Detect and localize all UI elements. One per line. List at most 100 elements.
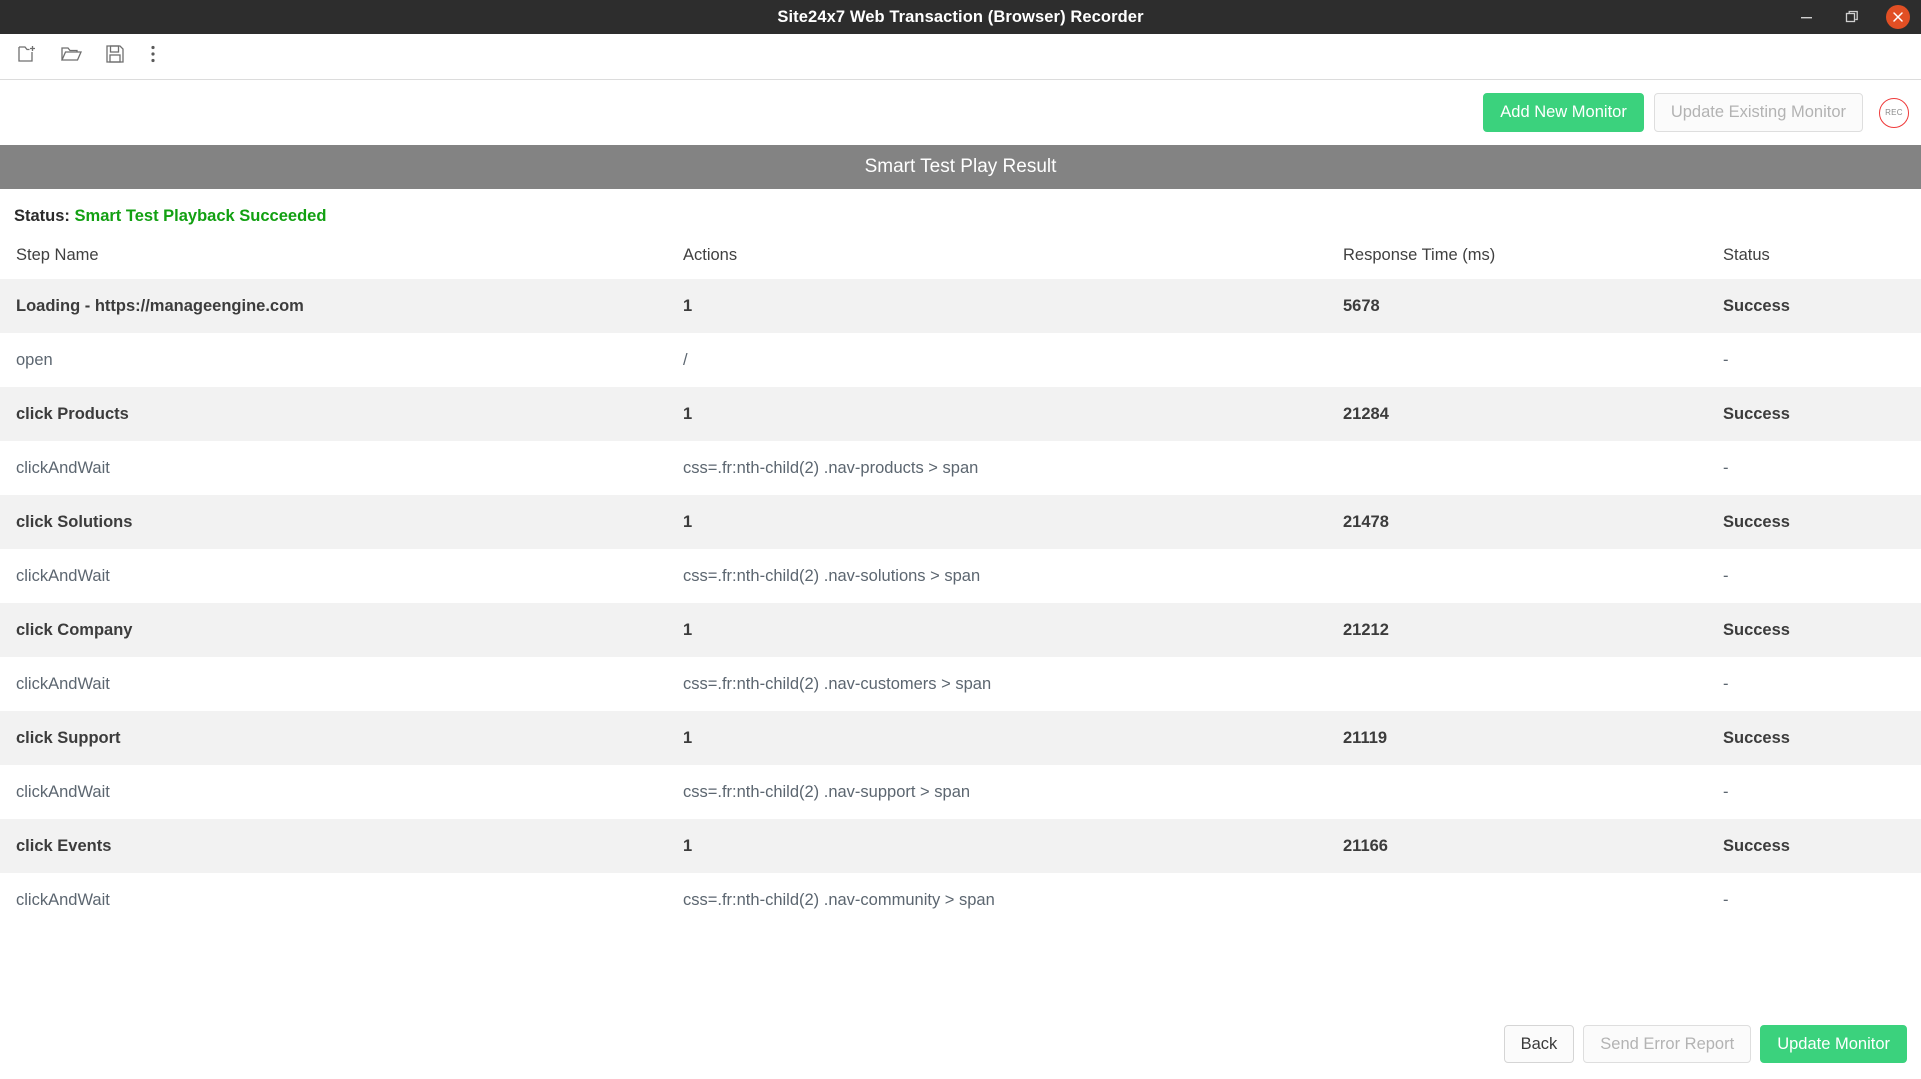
table-header: Step Name Actions Response Time (ms) Sta… [0, 240, 1921, 279]
column-header-step-name: Step Name [0, 240, 683, 279]
record-label: REC [1885, 108, 1903, 117]
table-row: open/ - [0, 333, 1921, 387]
cell-response-time: 21284 [1343, 387, 1723, 441]
cell-step-name: open [0, 333, 683, 387]
footer-bar: Back Send Error Report Update Monitor [0, 1009, 1921, 1079]
cell-actions: 1 [683, 279, 1343, 333]
kebab-menu-icon [150, 44, 156, 69]
cell-response-time: 21166 [1343, 819, 1723, 873]
open-folder-button[interactable] [54, 40, 88, 74]
status-value: Smart Test Playback Succeeded [75, 207, 327, 225]
update-existing-monitor-button[interactable]: Update Existing Monitor [1654, 93, 1863, 131]
save-button[interactable] [98, 40, 132, 74]
window-controls [1783, 0, 1921, 34]
cell-status: - [1723, 333, 1921, 387]
cell-response-time [1343, 765, 1723, 819]
minimize-icon [1800, 11, 1813, 24]
cell-actions: 1 [683, 711, 1343, 765]
cell-actions: css=.fr:nth-child(2) .nav-support > span [683, 765, 1343, 819]
cell-response-time: 21212 [1343, 603, 1723, 657]
cell-actions: css=.fr:nth-child(2) .nav-products > spa… [683, 441, 1343, 495]
table-header-row: Step Name Actions Response Time (ms) Sta… [0, 240, 1921, 279]
cell-step-name: clickAndWait [0, 873, 683, 927]
cell-actions: / [683, 333, 1343, 387]
cell-step-name: click Solutions [0, 495, 683, 549]
cell-status: - [1723, 441, 1921, 495]
cell-status: Success [1723, 495, 1921, 549]
more-options-button[interactable] [142, 40, 164, 74]
table-row: click Events121166Success [0, 819, 1921, 873]
window-titlebar: Site24x7 Web Transaction (Browser) Recor… [0, 0, 1921, 34]
cell-response-time: 21119 [1343, 711, 1723, 765]
table-row: click Support121119Success [0, 711, 1921, 765]
table-row: click Products121284Success [0, 387, 1921, 441]
record-button[interactable]: REC [1879, 98, 1909, 128]
cell-step-name: Loading - https://manageengine.com [0, 279, 683, 333]
cell-actions: 1 [683, 387, 1343, 441]
add-new-monitor-button[interactable]: Add New Monitor [1483, 93, 1644, 131]
app-toolbar [0, 34, 1921, 80]
cell-status: - [1723, 873, 1921, 927]
cell-response-time: 21478 [1343, 495, 1723, 549]
table-row: clickAndWaitcss=.fr:nth-child(2) .nav-pr… [0, 441, 1921, 495]
cell-status: - [1723, 657, 1921, 711]
cell-step-name: click Events [0, 819, 683, 873]
cell-step-name: click Company [0, 603, 683, 657]
cell-step-name: clickAndWait [0, 657, 683, 711]
table-body: Loading - https://manageengine.com15678S… [0, 279, 1921, 927]
table-row: Loading - https://manageengine.com15678S… [0, 279, 1921, 333]
cell-step-name: clickAndWait [0, 441, 683, 495]
status-label: Status: [14, 207, 70, 225]
save-disk-icon [104, 43, 126, 70]
cell-step-name: clickAndWait [0, 549, 683, 603]
maximize-icon [1845, 10, 1859, 24]
maximize-button[interactable] [1829, 0, 1875, 34]
table-row: clickAndWaitcss=.fr:nth-child(2) .nav-so… [0, 549, 1921, 603]
table-row: clickAndWaitcss=.fr:nth-child(2) .nav-su… [0, 765, 1921, 819]
column-header-actions: Actions [683, 240, 1343, 279]
cell-actions: css=.fr:nth-child(2) .nav-solutions > sp… [683, 549, 1343, 603]
cell-status: - [1723, 765, 1921, 819]
minimize-button[interactable] [1783, 0, 1829, 34]
column-header-status: Status [1723, 240, 1921, 279]
table-row: click Solutions121478Success [0, 495, 1921, 549]
back-button[interactable]: Back [1504, 1025, 1575, 1063]
cell-actions: 1 [683, 603, 1343, 657]
table-row: click Company121212Success [0, 603, 1921, 657]
column-header-response-time: Response Time (ms) [1343, 240, 1723, 279]
playback-status: Status: Smart Test Playback Succeeded [0, 189, 1921, 240]
cell-status: Success [1723, 279, 1921, 333]
update-monitor-button[interactable]: Update Monitor [1760, 1025, 1907, 1063]
new-file-button[interactable] [10, 40, 44, 74]
cell-step-name: clickAndWait [0, 765, 683, 819]
send-error-report-button[interactable]: Send Error Report [1583, 1025, 1751, 1063]
window-title: Site24x7 Web Transaction (Browser) Recor… [777, 8, 1143, 27]
cell-step-name: click Products [0, 387, 683, 441]
playback-results-table: Step Name Actions Response Time (ms) Sta… [0, 240, 1921, 927]
close-icon [1886, 5, 1910, 29]
new-file-icon [16, 43, 38, 70]
table-row: clickAndWaitcss=.fr:nth-child(2) .nav-cu… [0, 657, 1921, 711]
open-folder-icon [60, 43, 82, 70]
result-banner: Smart Test Play Result [0, 145, 1921, 189]
cell-response-time [1343, 657, 1723, 711]
cell-status: Success [1723, 711, 1921, 765]
cell-response-time [1343, 873, 1723, 927]
cell-response-time [1343, 333, 1723, 387]
cell-response-time [1343, 549, 1723, 603]
cell-status: Success [1723, 603, 1921, 657]
monitor-action-bar: Add New Monitor Update Existing Monitor … [0, 80, 1921, 145]
cell-actions: 1 [683, 819, 1343, 873]
cell-actions: css=.fr:nth-child(2) .nav-customers > sp… [683, 657, 1343, 711]
cell-status: Success [1723, 387, 1921, 441]
cell-step-name: click Support [0, 711, 683, 765]
cell-response-time: 5678 [1343, 279, 1723, 333]
cell-status: Success [1723, 819, 1921, 873]
table-row: clickAndWaitcss=.fr:nth-child(2) .nav-co… [0, 873, 1921, 927]
cell-response-time [1343, 441, 1723, 495]
cell-actions: css=.fr:nth-child(2) .nav-community > sp… [683, 873, 1343, 927]
result-banner-title: Smart Test Play Result [865, 156, 1057, 178]
cell-actions: 1 [683, 495, 1343, 549]
close-button[interactable] [1875, 0, 1921, 34]
cell-status: - [1723, 549, 1921, 603]
